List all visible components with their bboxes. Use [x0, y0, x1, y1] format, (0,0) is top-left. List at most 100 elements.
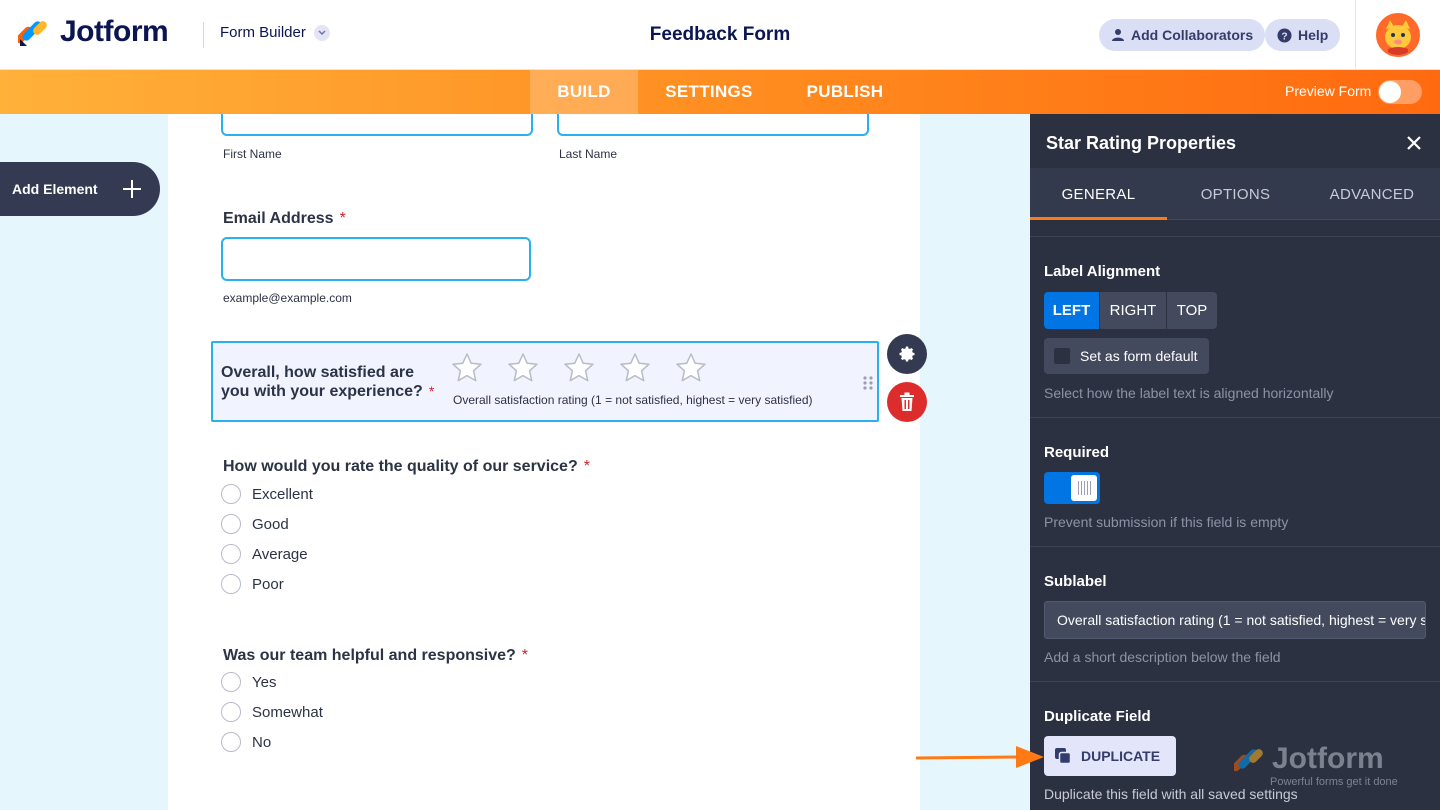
set-default-label: Set as form default [1080, 348, 1198, 364]
required-mark: * [521, 647, 529, 664]
align-top-button[interactable]: TOP [1167, 292, 1217, 329]
option-label: Excellent [252, 485, 313, 503]
jotform-logo-icon [1234, 749, 1263, 772]
duplicate-button[interactable]: DUPLICATE [1044, 736, 1176, 776]
required-mark: * [339, 210, 346, 227]
jotform-logo-icon [18, 21, 47, 46]
arrow-pointer-icon [916, 746, 1044, 768]
last-name-sublabel: Last Name [559, 147, 618, 161]
tab-publish[interactable]: PUBLISH [790, 70, 900, 114]
label-alignment-segmented: LEFT RIGHT TOP [1044, 292, 1217, 329]
radio-button[interactable] [221, 514, 241, 534]
builder-navbar: BUILD SETTINGS PUBLISH Preview Form [0, 70, 1440, 114]
duplicate-field-title: Duplicate Field [1044, 708, 1151, 725]
preview-form-label: Preview Form [1285, 83, 1372, 99]
radio-option-no[interactable]: No [221, 732, 271, 752]
header-divider [203, 22, 204, 48]
star-rating-field[interactable]: Overall, how satisfied are you with your… [211, 341, 879, 422]
drag-handle-icon[interactable] [862, 375, 874, 391]
radio-button[interactable] [221, 574, 241, 594]
radio-option-somewhat[interactable]: Somewhat [221, 702, 323, 722]
gear-icon [899, 346, 915, 362]
first-name-sublabel: First Name [223, 147, 282, 161]
set-as-form-default[interactable]: Set as form default [1044, 338, 1209, 374]
option-label: No [252, 733, 272, 751]
tab-build[interactable]: BUILD [530, 70, 638, 114]
form-builder-label: Form Builder [220, 24, 306, 41]
star-icon[interactable] [507, 352, 539, 384]
jotform-logo[interactable]: Jotform [18, 15, 169, 49]
section-divider [1030, 681, 1440, 682]
helpful-question-label: Was our team helpful and responsive? * [223, 647, 528, 665]
first-name-input[interactable] [221, 114, 533, 136]
field-properties-button[interactable] [887, 334, 927, 374]
last-name-input[interactable] [557, 114, 869, 136]
radio-option-poor[interactable]: Poor [221, 574, 284, 594]
toggle-knob [1071, 475, 1097, 501]
radio-button[interactable] [221, 672, 241, 692]
jotform-watermark: Jotform Powerful forms get it done [1234, 742, 1434, 790]
radio-option-good[interactable]: Good [221, 514, 289, 534]
watermark-brand: Jotform [1272, 742, 1384, 775]
email-label-text: Email Address [223, 210, 334, 227]
close-icon[interactable] [1403, 132, 1425, 154]
brand-name: Jotform [60, 15, 169, 48]
add-element-button[interactable]: Add Element [0, 162, 160, 216]
star-icon[interactable] [563, 352, 595, 384]
label-alignment-title: Label Alignment [1044, 263, 1161, 280]
tab-general[interactable]: GENERAL [1030, 168, 1167, 220]
radio-button[interactable] [221, 732, 241, 752]
radio-button[interactable] [221, 702, 241, 722]
form-builder-menu[interactable]: Form Builder [220, 24, 330, 41]
help-icon: ? [1277, 27, 1292, 43]
form-canvas: First Name Last Name Email Address * exam… [168, 114, 920, 810]
duplicate-icon [1055, 748, 1072, 765]
required-mark: * [583, 458, 590, 475]
tab-options[interactable]: OPTIONS [1167, 168, 1304, 220]
properties-panel: Star Rating Properties GENERAL OPTIONS A… [1030, 114, 1440, 810]
star-rating-sublabel: Overall satisfaction rating (1 = not sat… [453, 393, 813, 407]
email-input[interactable] [221, 237, 531, 281]
duplicate-label: DUPLICATE [1081, 748, 1161, 764]
star-rating-stars [451, 352, 707, 384]
star-rating-label: Overall, how satisfied are you with your… [221, 363, 434, 401]
email-sublabel: example@example.com [223, 291, 352, 305]
svg-text:?: ? [1281, 31, 1287, 42]
panel-tabs: GENERAL OPTIONS ADVANCED [1030, 168, 1440, 220]
star-rating-label-line1: Overall, how satisfied are [221, 364, 414, 381]
set-default-checkbox[interactable] [1054, 348, 1070, 364]
help-button[interactable]: ? Help [1265, 19, 1341, 51]
align-right-button[interactable]: RIGHT [1100, 292, 1167, 329]
sublabel-input[interactable]: Overall satisfaction rating (1 = not sat… [1044, 601, 1426, 639]
radio-button[interactable] [221, 544, 241, 564]
radio-option-average[interactable]: Average [221, 544, 308, 564]
star-icon[interactable] [451, 352, 483, 384]
quality-question-label: How would you rate the quality of our se… [223, 458, 590, 476]
radio-option-yes[interactable]: Yes [221, 672, 276, 692]
trash-icon [900, 392, 914, 411]
option-label: Average [252, 545, 308, 563]
section-divider [1030, 417, 1440, 418]
delete-field-button[interactable] [887, 382, 927, 422]
radio-button[interactable] [221, 484, 241, 504]
plus-icon [123, 180, 141, 198]
add-collaborators-button[interactable]: Add Collaborators [1099, 19, 1266, 51]
tab-settings[interactable]: SETTINGS [648, 70, 770, 114]
align-left-button[interactable]: LEFT [1044, 292, 1100, 329]
preview-form-toggle[interactable] [1378, 80, 1422, 104]
required-toggle[interactable] [1044, 472, 1100, 504]
chevron-down-icon [313, 24, 330, 41]
quality-question-text: How would you rate the quality of our se… [223, 458, 578, 475]
star-icon[interactable] [675, 352, 707, 384]
watermark-tagline: Powerful forms get it done [1270, 776, 1398, 788]
tab-advanced[interactable]: ADVANCED [1304, 168, 1440, 220]
helpful-question-text: Was our team helpful and responsive? [223, 647, 516, 664]
add-element-label: Add Element [12, 181, 98, 197]
radio-option-excellent[interactable]: Excellent [221, 484, 313, 504]
label-alignment-hint: Select how the label text is aligned hor… [1044, 385, 1334, 401]
avatar[interactable] [1376, 13, 1420, 57]
help-label: Help [1298, 27, 1329, 43]
star-icon[interactable] [619, 352, 651, 384]
section-divider [1030, 236, 1440, 237]
star-rating-label-line2: you with your experience? [221, 383, 423, 400]
